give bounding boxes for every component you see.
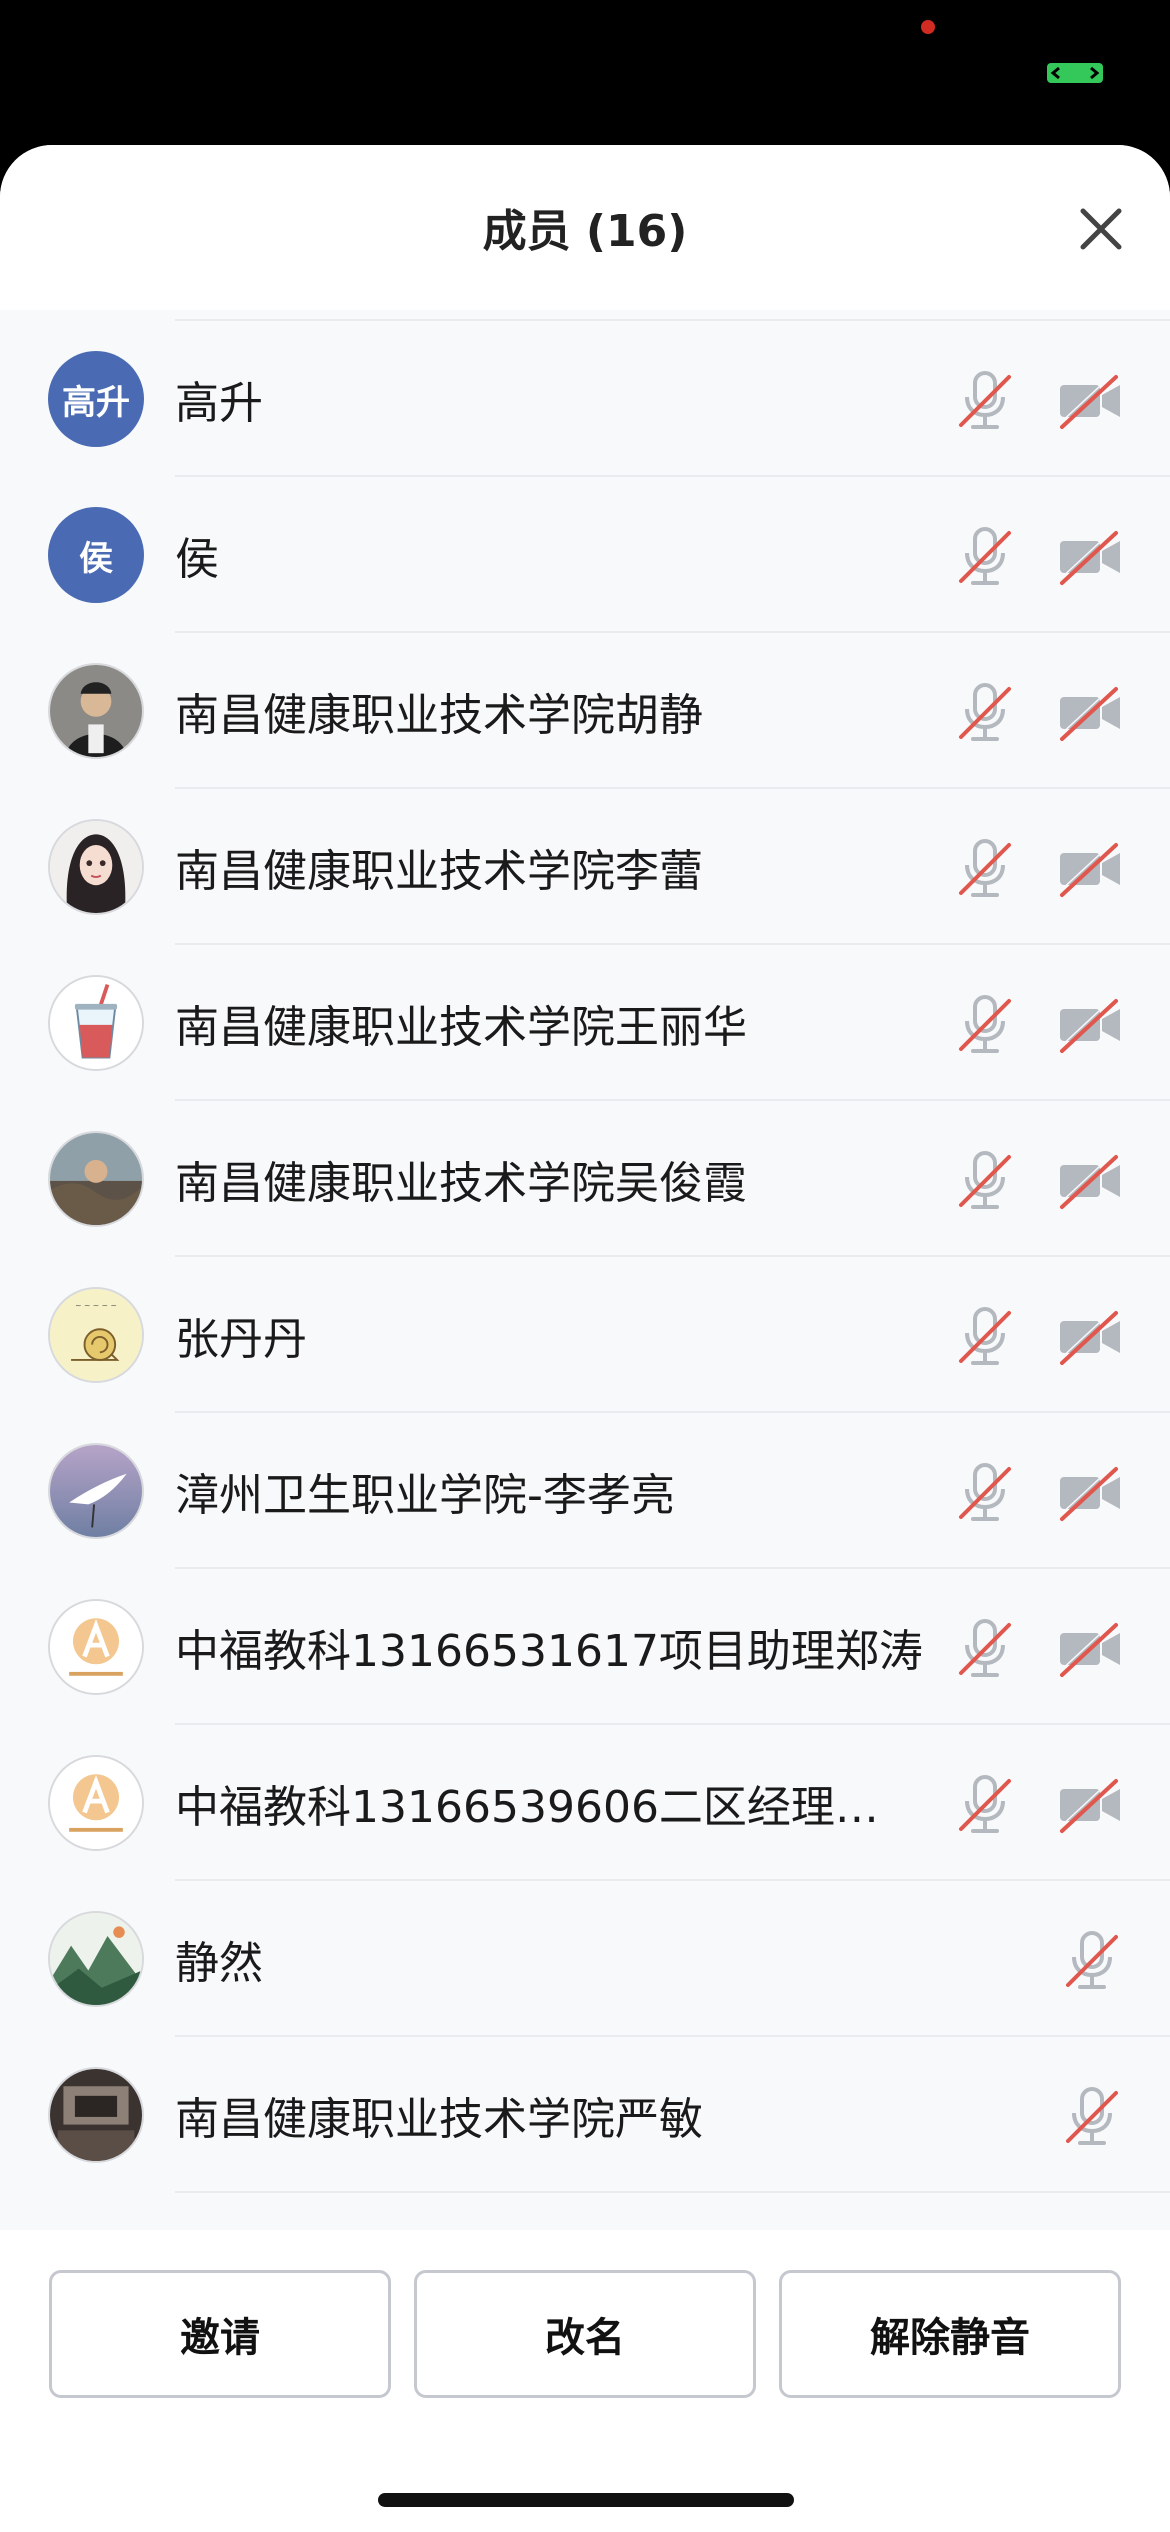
microphone-muted-icon[interactable] [953, 1773, 1017, 1837]
page-title: 成员 (16) [482, 206, 688, 257]
mic-muted-button[interactable] [953, 525, 1017, 589]
mic-muted-button[interactable] [953, 1149, 1017, 1213]
avatar: 高升 [48, 351, 144, 447]
microphone-muted-icon[interactable] [953, 837, 1017, 901]
member-list[interactable]: 杨根来高升高升侯侯南昌健康职业技术学院胡静南昌健康职业技术学院李蕾南昌健康职业技… [0, 310, 1170, 2230]
recording-indicator-icon [921, 20, 935, 34]
camera-button[interactable] [1058, 681, 1122, 745]
member-row[interactable]: 中福教科13166531617项目助理郑涛 [0, 1569, 1170, 1725]
invite-button[interactable]: 邀请 [49, 2270, 391, 2398]
mic-muted-button[interactable] [953, 837, 1017, 901]
camera-off-icon[interactable] [1058, 837, 1122, 901]
camera-button[interactable] [1058, 1461, 1122, 1525]
mic-muted-button[interactable] [953, 681, 1017, 745]
mic-muted-button[interactable] [953, 1773, 1017, 1837]
mic-muted-button[interactable] [1060, 2085, 1124, 2149]
room-photo-avatar [48, 2067, 144, 2163]
camera-off-icon[interactable] [1058, 369, 1122, 433]
camera-off-icon[interactable] [1058, 1461, 1122, 1525]
microphone-muted-icon[interactable] [953, 1617, 1017, 1681]
unmute-button[interactable]: 解除静音 [779, 2270, 1121, 2398]
camera-off-icon[interactable] [1058, 681, 1122, 745]
member-name: 张丹丹 [175, 1314, 307, 1365]
member-row[interactable]: 侯侯 [0, 477, 1170, 633]
member-name: 南昌健康职业技术学院吴俊霞 [175, 1158, 747, 1209]
member-name: 南昌健康职业技术学院严敏 [175, 2094, 703, 2145]
microphone-muted-icon[interactable] [953, 1305, 1017, 1369]
mic-muted-button[interactable] [953, 1617, 1017, 1681]
camera-off-icon[interactable] [1058, 525, 1122, 589]
member-row[interactable]: ~ ~ ~ ~ ~ 张丹丹 [0, 1257, 1170, 1413]
member-row[interactable]: 南昌健康职业技术学院王丽华 [0, 945, 1170, 1101]
svg-text:~ ~ ~ ~ ~: ~ ~ ~ ~ ~ [75, 1301, 117, 1310]
mic-muted-button[interactable] [953, 993, 1017, 1057]
member-row[interactable]: 高升 高升 [0, 321, 1170, 477]
member-row[interactable]: 南昌健康职业技术学院胡静 [0, 633, 1170, 789]
person-photo-avatar [48, 663, 144, 759]
member-row[interactable]: 杨根来 [0, 310, 1170, 321]
camera-button[interactable] [1058, 369, 1122, 433]
member-row[interactable]: 静然 [0, 1881, 1170, 2037]
company-logo-avatar [48, 1599, 144, 1695]
camera-button[interactable] [1058, 525, 1122, 589]
camera-button[interactable] [1058, 837, 1122, 901]
mic-muted-button[interactable] [953, 1461, 1017, 1525]
microphone-muted-icon[interactable] [953, 525, 1017, 589]
camera-button[interactable] [1058, 1773, 1122, 1837]
home-indicator[interactable] [378, 2493, 794, 2507]
member-name: 南昌健康职业技术学院李蕾 [175, 846, 703, 897]
member-name: 南昌健康职业技术学院胡静 [175, 690, 703, 741]
member-row[interactable]: 漳州卫生职业学院-李孝亮 [0, 1413, 1170, 1569]
microphone-muted-icon[interactable] [953, 681, 1017, 745]
close-icon[interactable] [1077, 205, 1125, 253]
member-name: 中福教科13166531617项目助理郑涛 [175, 1626, 923, 1677]
snail-avatar: ~ ~ ~ ~ ~ [48, 1287, 144, 1383]
camera-off-icon[interactable] [1058, 1617, 1122, 1681]
rename-button[interactable]: 改名 [414, 2270, 756, 2398]
camera-off-icon[interactable] [1058, 1149, 1122, 1213]
camera-off-icon[interactable] [1058, 1773, 1122, 1837]
mic-muted-button[interactable] [953, 369, 1017, 433]
divider [175, 2191, 1170, 2193]
landscape-painting-avatar [48, 1911, 144, 2007]
member-name: 侯 [175, 534, 219, 585]
action-bar: 邀请 改名 解除静音 [0, 2230, 1170, 2532]
microphone-muted-icon[interactable] [953, 1149, 1017, 1213]
company-logo-avatar [48, 1755, 144, 1851]
member-name: 漳州卫生职业学院-李孝亮 [175, 1470, 675, 1521]
member-row[interactable]: 南昌健康职业技术学院吴俊霞 [0, 1101, 1170, 1257]
member-row[interactable]: 南昌健康职业技术学院严敏 [0, 2037, 1170, 2193]
sheet-header: 成员 (16) [0, 145, 1170, 310]
status-bar [0, 0, 1170, 150]
member-name: 静然 [175, 1938, 263, 1989]
member-name: 高升 [175, 378, 263, 429]
camera-button[interactable] [1058, 993, 1122, 1057]
microphone-muted-icon[interactable] [953, 993, 1017, 1057]
outdoor-photo-avatar [48, 1131, 144, 1227]
microphone-muted-icon[interactable] [1060, 1929, 1124, 1993]
member-row[interactable]: 南昌健康职业技术学院李蕾 [0, 789, 1170, 945]
participants-sheet: 成员 (16) 杨根来高升高升侯侯南昌健康职业技术学院胡静南昌健康职业技术学院李… [0, 145, 1170, 2532]
mic-muted-button[interactable] [1060, 1929, 1124, 1993]
microphone-muted-icon[interactable] [953, 369, 1017, 433]
camera-indicator-icon [1047, 63, 1103, 83]
member-name: 中福教科13166539606二区经理… [175, 1782, 879, 1833]
microphone-muted-icon[interactable] [1060, 2085, 1124, 2149]
camera-button[interactable] [1058, 1149, 1122, 1213]
member-row[interactable]: 中福教科13166539606二区经理… [0, 1725, 1170, 1881]
camera-button[interactable] [1058, 1617, 1122, 1681]
egret-bird-avatar [48, 1443, 144, 1539]
microphone-muted-icon[interactable] [953, 1461, 1017, 1525]
member-name: 南昌健康职业技术学院王丽华 [175, 1002, 747, 1053]
mic-muted-button[interactable] [953, 1305, 1017, 1369]
avatar: 侯 [48, 507, 144, 603]
camera-off-icon[interactable] [1058, 1305, 1122, 1369]
drink-cup-avatar [48, 975, 144, 1071]
anime-girl-avatar [48, 819, 144, 915]
camera-button[interactable] [1058, 1305, 1122, 1369]
camera-off-icon[interactable] [1058, 993, 1122, 1057]
